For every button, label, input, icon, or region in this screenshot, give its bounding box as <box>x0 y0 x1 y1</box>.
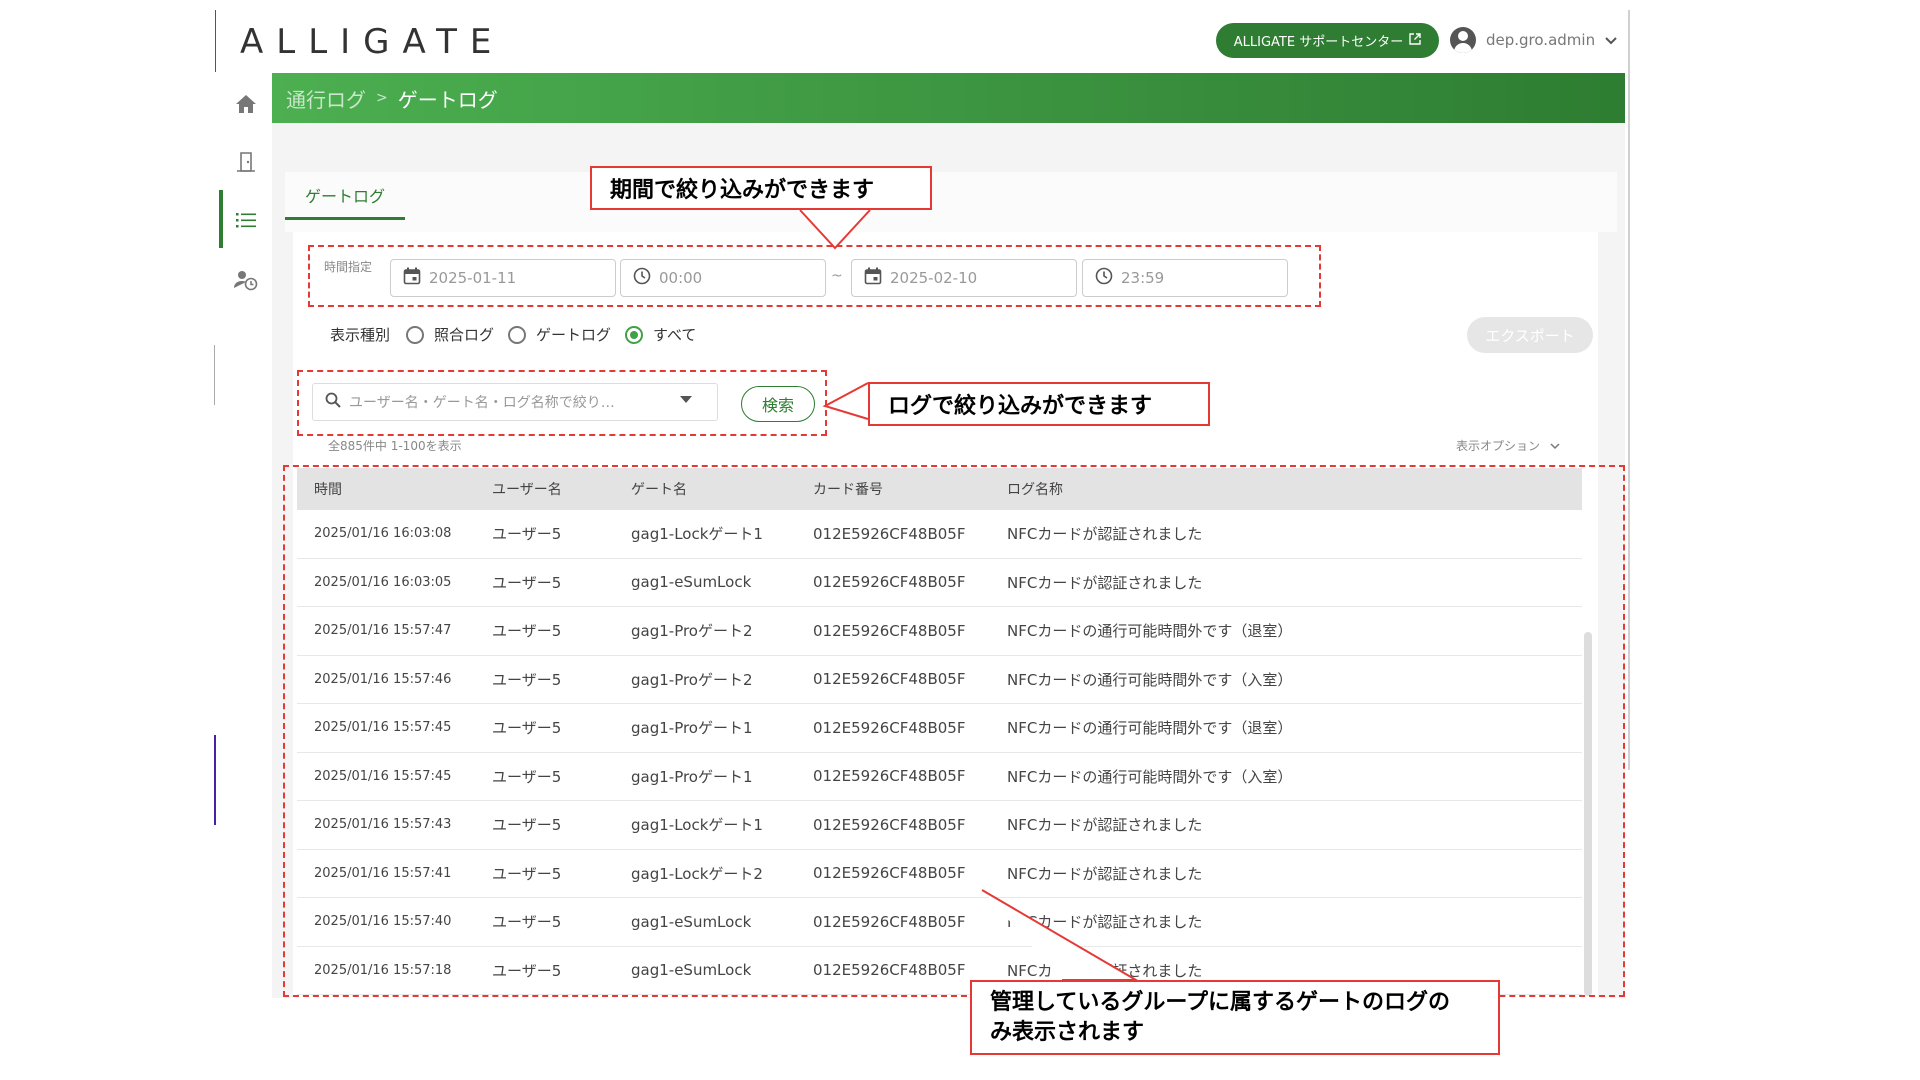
display-type-label: 表示種別 <box>330 326 391 344</box>
annotation-period-callout: 期間で絞り込みができます <box>590 166 932 210</box>
divider <box>214 735 216 825</box>
tab-gate-log[interactable]: ゲートログ <box>285 172 405 220</box>
door-icon[interactable] <box>234 150 258 174</box>
radio-label: 照合ログ <box>434 326 495 344</box>
user-clock-icon[interactable] <box>234 268 258 292</box>
breadcrumb-current: ゲートログ <box>397 87 498 112</box>
display-type-filter: 表示種別 照合ログ ゲートログ すべて <box>330 324 696 345</box>
annotation-table-frame <box>283 465 1625 997</box>
radio-button[interactable] <box>508 325 527 344</box>
app-logo: ALLIGATE <box>240 22 505 62</box>
chevron-down-icon <box>1550 443 1560 450</box>
annotation-group-line1: 管理しているグループに属するゲートのログの <box>990 989 1451 1015</box>
annotation-search-frame <box>297 370 827 436</box>
display-options-label: 表示オプション <box>1456 439 1541 453</box>
display-options-button[interactable]: 表示オプション <box>1456 437 1560 454</box>
result-count: 全885件中 1-100を表示 <box>328 439 462 453</box>
annotation-group-line2: み表示されます <box>990 1019 1145 1045</box>
divider <box>214 345 215 405</box>
annotation-group-callout: 管理しているグループに属するゲートのログの み表示されます <box>970 980 1500 1055</box>
radio-button[interactable] <box>406 325 425 344</box>
user-menu[interactable]: dep.gro.admin <box>1450 25 1617 55</box>
annotation-log-callout: ログで絞り込みができます <box>868 382 1210 426</box>
support-center-button[interactable]: ALLIGATE サポートセンター <box>1216 23 1439 58</box>
annotation-period-frame <box>308 245 1321 307</box>
sidebar-active-indicator <box>219 190 223 248</box>
breadcrumb-parent[interactable]: 通行ログ <box>286 84 366 113</box>
radio-label: すべて <box>653 326 697 344</box>
user-avatar-icon <box>1450 27 1476 53</box>
home-icon[interactable] <box>234 92 258 116</box>
radio-all[interactable]: すべて <box>625 324 696 345</box>
support-center-label: ALLIGATE サポートセンター <box>1233 35 1404 50</box>
user-name: dep.gro.admin <box>1486 31 1596 49</box>
radio-button-selected[interactable] <box>625 325 644 344</box>
chevron-down-icon <box>1605 31 1617 49</box>
list-icon[interactable] <box>234 208 258 232</box>
radio-gate-log[interactable]: ゲートログ <box>508 324 611 345</box>
export-button[interactable]: エクスポート <box>1467 317 1593 353</box>
external-link-icon <box>1409 32 1421 49</box>
divider <box>215 10 216 72</box>
radio-verification-log[interactable]: 照合ログ <box>406 324 494 345</box>
radio-label: ゲートログ <box>536 326 612 344</box>
breadcrumb-separator: > <box>376 90 388 106</box>
divider <box>1628 10 1630 770</box>
tab-bar <box>285 172 1617 232</box>
breadcrumb: 通行ログ > ゲートログ <box>272 73 1625 123</box>
